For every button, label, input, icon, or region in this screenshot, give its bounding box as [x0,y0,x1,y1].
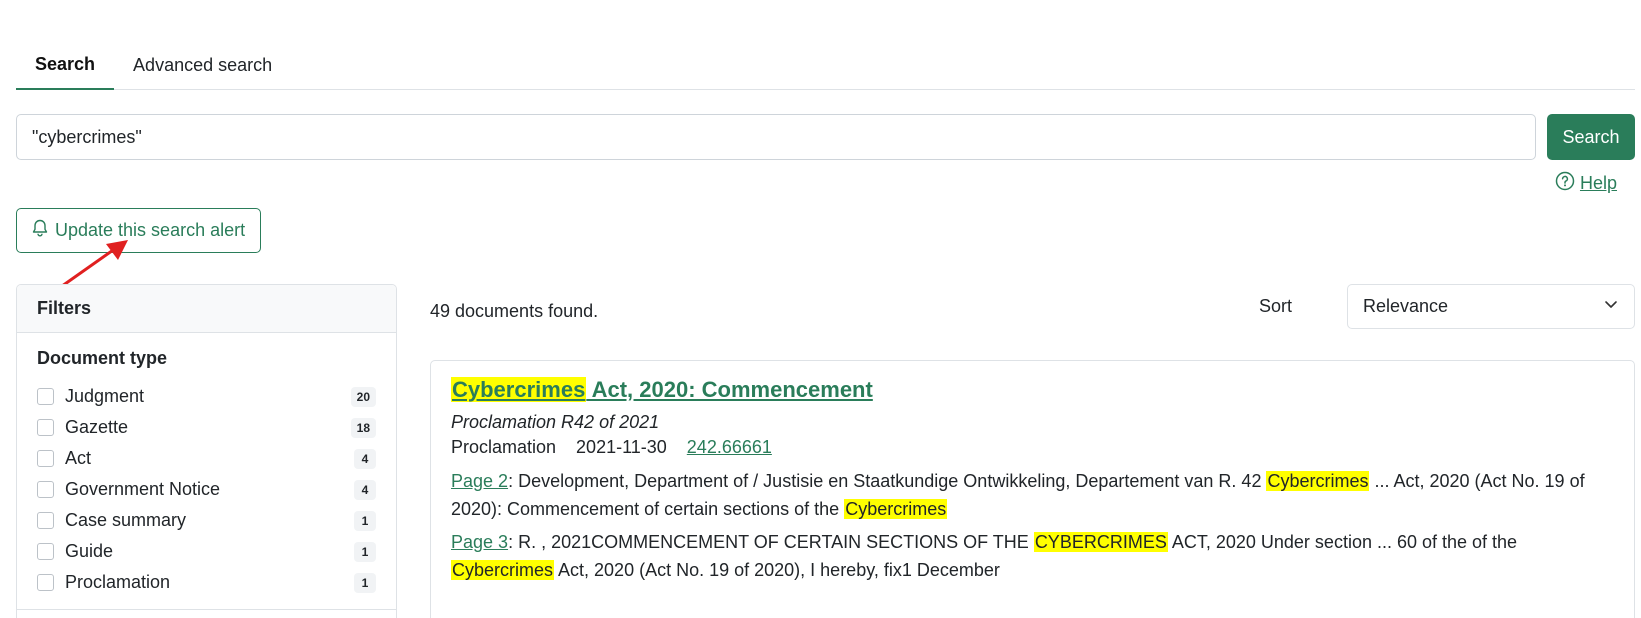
result-snippet: Page 3: R. , 2021COMMENCEMENT OF CERTAIN… [451,528,1614,584]
document-type-title: Document type [37,348,168,368]
chevron-down-icon [1603,296,1619,317]
search-button[interactable]: Search [1547,114,1635,160]
filters-panel: Filters Document type Judgment 20 Gazett… [16,284,397,618]
help-label: Help [1579,173,1617,193]
tab-advanced-search[interactable]: Advanced search [114,40,291,90]
highlight: Cybercrimes [1266,471,1370,491]
sort-value: Relevance [1363,296,1449,316]
filter-label: Proclamation [65,572,171,592]
result-type: Proclamation [451,437,557,457]
snippet-text: : Development, Department of / Justisie … [508,471,1267,491]
filter-count-badge: 1 [354,572,376,593]
filter-item-guide[interactable]: Guide 1 [17,536,396,567]
highlight: Cybercrimes [844,499,948,519]
result-score-link[interactable]: 242.66661 [687,437,772,458]
filter-label: Guide [65,541,114,561]
search-input[interactable] [16,114,1536,160]
checkbox[interactable] [37,481,54,498]
help-link[interactable]: Help [1555,171,1617,196]
result-meta: Proclamation 2021-11-30 242.66661 [451,437,1614,458]
filter-item-gazette[interactable]: Gazette 18 [17,412,396,443]
checkbox[interactable] [37,388,54,405]
result-title-text: Act, 2020: Commencement [586,377,873,402]
filter-label: Case summary [65,510,187,530]
filter-item-case-summary[interactable]: Case summary 1 [17,505,396,536]
highlight: Cybercrimes [451,560,555,580]
checkbox[interactable] [37,543,54,560]
result-subtitle: Proclamation R42 of 2021 [451,412,660,432]
search-bar: Search [16,114,1635,160]
highlight: Cybercrimes [451,377,587,402]
snippet-text: : R. , 2021COMMENCEMENT OF CERTAIN SECTI… [508,532,1034,552]
result-card: Cybercrimes Act, 2020: Commencement Proc… [430,360,1635,618]
result-snippet: Page 2: Development, Department of / Jus… [451,467,1614,523]
question-circle-icon [1555,171,1575,196]
filters-title: Filters [17,285,396,333]
filter-count-badge: 4 [354,479,376,500]
divider [17,609,396,610]
filter-count-badge: 1 [354,541,376,562]
filter-count-badge: 18 [350,417,376,438]
filter-item-proclamation[interactable]: Proclamation 1 [17,567,396,598]
bell-icon [31,218,49,243]
filter-count-badge: 20 [350,386,376,407]
filter-count-badge: 4 [354,448,376,469]
result-title-link[interactable]: Cybercrimes Act, 2020: Commencement [451,377,873,403]
checkbox[interactable] [37,512,54,529]
snippet-text: Act, 2020 (Act No. 19 of 2020), I hereby… [554,560,1000,580]
snippet-text: ACT, 2020 Under section ... 60 of the of… [1167,532,1518,552]
sort-label: Sort [1259,296,1293,316]
sort-select[interactable]: Relevance [1347,284,1635,329]
search-tabs: Search Advanced search [16,40,1635,90]
checkbox[interactable] [37,450,54,467]
checkbox[interactable] [37,419,54,436]
filter-label: Government Notice [65,479,221,499]
result-date: 2021-11-30 [576,437,667,457]
page-link[interactable]: Page 2 [451,471,508,491]
filter-label: Gazette [65,417,129,437]
tab-search[interactable]: Search [16,40,115,90]
filter-item-act[interactable]: Act 4 [17,443,396,474]
filter-label: Act [65,448,92,468]
filter-item-judgment[interactable]: Judgment 20 [17,381,396,412]
filter-count-badge: 1 [354,510,376,531]
checkbox[interactable] [37,574,54,591]
results-count: 49 documents found. [430,301,599,321]
filter-label: Judgment [65,386,145,406]
page-link[interactable]: Page 3 [451,532,508,552]
highlight: CYBERCRIMES [1033,532,1168,552]
filter-item-government-notice[interactable]: Government Notice 4 [17,474,396,505]
